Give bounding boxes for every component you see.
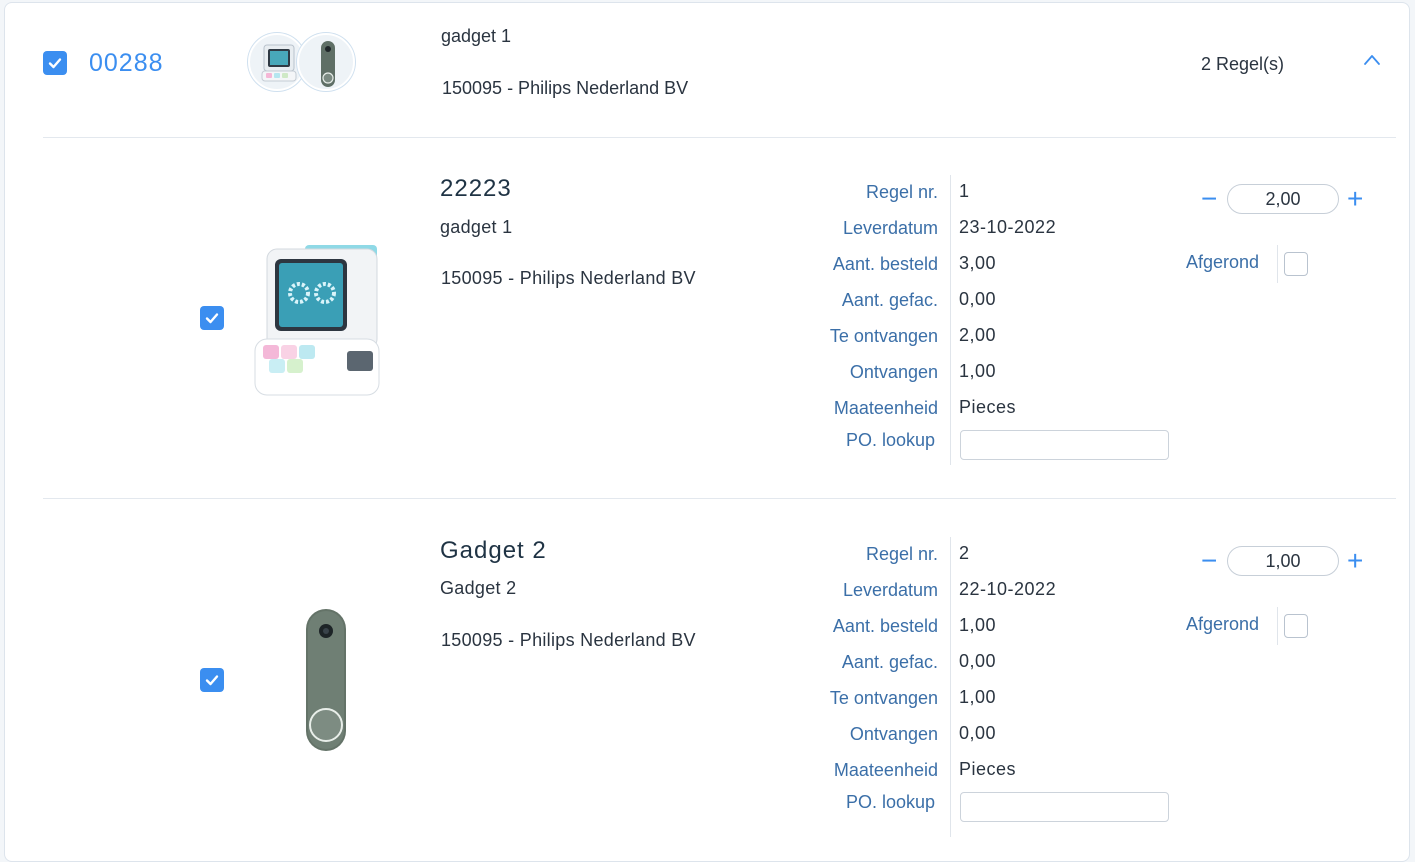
line-2-label-delivery-date: Leverdatum bbox=[842, 580, 938, 600]
line-1-separator bbox=[950, 175, 951, 465]
product-image-pixel-speaker bbox=[254, 245, 380, 396]
line-2-increment-button[interactable]: + bbox=[1347, 547, 1363, 575]
check-icon bbox=[205, 675, 219, 686]
line-2-quantity-input[interactable]: 1,00 bbox=[1227, 546, 1339, 576]
line-2-decrement-button[interactable]: − bbox=[1201, 547, 1217, 575]
line-1-decrement-button[interactable]: − bbox=[1201, 185, 1217, 213]
line-2-label-qty-ordered: Aant. besteld bbox=[832, 616, 938, 636]
line-2-code: Gadget 2 bbox=[440, 537, 547, 564]
line-2-supplier: 150095 - Philips Nederland BV bbox=[441, 630, 696, 650]
check-icon bbox=[48, 58, 62, 69]
product-thumbnail-gadget-2 bbox=[297, 33, 355, 91]
line-1-completed-separator bbox=[1277, 245, 1278, 283]
order-checkbox[interactable] bbox=[43, 51, 67, 75]
line-2-separator bbox=[950, 537, 951, 837]
line-2-to-receive: 1,00 bbox=[959, 687, 997, 707]
line-1-label-unit: Maateenheid bbox=[833, 398, 938, 418]
line-1-line-no: 1 bbox=[959, 181, 970, 201]
line-1-label-qty-invoiced: Aant. gefac. bbox=[841, 290, 938, 310]
line-1-label-qty-ordered: Aant. besteld bbox=[832, 254, 938, 274]
divider bbox=[43, 137, 1396, 138]
divider bbox=[43, 498, 1396, 499]
order-supplier: 150095 - Philips Nederland BV bbox=[442, 78, 689, 98]
doorbell-icon bbox=[321, 41, 335, 87]
line-2-completed-checkbox[interactable] bbox=[1284, 614, 1308, 638]
line-1-label-delivery-date: Leverdatum bbox=[842, 218, 938, 238]
line-1-completed-checkbox[interactable] bbox=[1284, 252, 1308, 276]
line-2-label-po-lookup: PO. lookup bbox=[845, 792, 935, 812]
line-2-po-lookup-input[interactable] bbox=[960, 792, 1169, 822]
line-2-qty-ordered: 1,00 bbox=[959, 615, 997, 635]
line-2-label-qty-invoiced: Aant. gefac. bbox=[841, 652, 938, 672]
line-1-label-po-lookup: PO. lookup bbox=[845, 430, 935, 450]
line-1-qty-invoiced: 0,00 bbox=[959, 289, 997, 309]
line-2-label-line-no: Regel nr. bbox=[865, 544, 938, 564]
order-line-count: 2 Regel(s) bbox=[1201, 54, 1285, 74]
line-2-unit: Pieces bbox=[959, 759, 1017, 779]
line-2-label-unit: Maateenheid bbox=[833, 760, 938, 780]
line-2-delivery-date: 22-10-2022 bbox=[959, 579, 1057, 599]
line-1-qty-ordered: 3,00 bbox=[959, 253, 997, 273]
line-1-label-line-no: Regel nr. bbox=[865, 182, 938, 202]
line-2-qty-invoiced: 0,00 bbox=[959, 651, 997, 671]
line-2-checkbox[interactable] bbox=[200, 668, 224, 692]
line-1-supplier: 150095 - Philips Nederland BV bbox=[441, 268, 696, 288]
line-2-label-received: Ontvangen bbox=[849, 724, 938, 744]
order-card: 00288 gadget 1 150095 - Philips Nederlan… bbox=[4, 2, 1410, 862]
order-title: gadget 1 bbox=[441, 26, 512, 46]
line-1-name: gadget 1 bbox=[440, 217, 513, 237]
line-1-quantity-input[interactable]: 2,00 bbox=[1227, 184, 1339, 214]
chevron-up-icon[interactable] bbox=[1363, 53, 1381, 67]
line-2-label-to-receive: Te ontvangen bbox=[829, 688, 938, 708]
line-1-code: 22223 bbox=[440, 175, 512, 202]
line-1-label-received: Ontvangen bbox=[849, 362, 938, 382]
line-1-completed-label: Afgerond bbox=[1186, 252, 1260, 272]
line-1-received: 1,00 bbox=[959, 361, 997, 381]
line-1-increment-button[interactable]: + bbox=[1347, 185, 1363, 213]
line-1-po-lookup-input[interactable] bbox=[960, 430, 1169, 460]
line-2-name: Gadget 2 bbox=[440, 578, 517, 598]
line-2-completed-label: Afgerond bbox=[1186, 614, 1260, 634]
line-1-unit: Pieces bbox=[959, 397, 1017, 417]
order-number[interactable]: 00288 bbox=[89, 49, 164, 78]
line-1-label-to-receive: Te ontvangen bbox=[829, 326, 938, 346]
line-1-delivery-date: 23-10-2022 bbox=[959, 217, 1057, 237]
check-icon bbox=[205, 313, 219, 324]
line-2-received: 0,00 bbox=[959, 723, 997, 743]
line-1-checkbox[interactable] bbox=[200, 306, 224, 330]
line-1-to-receive: 2,00 bbox=[959, 325, 997, 345]
product-image-doorbell bbox=[306, 609, 346, 751]
line-2-completed-separator bbox=[1277, 607, 1278, 645]
line-2-line-no: 2 bbox=[959, 543, 970, 563]
